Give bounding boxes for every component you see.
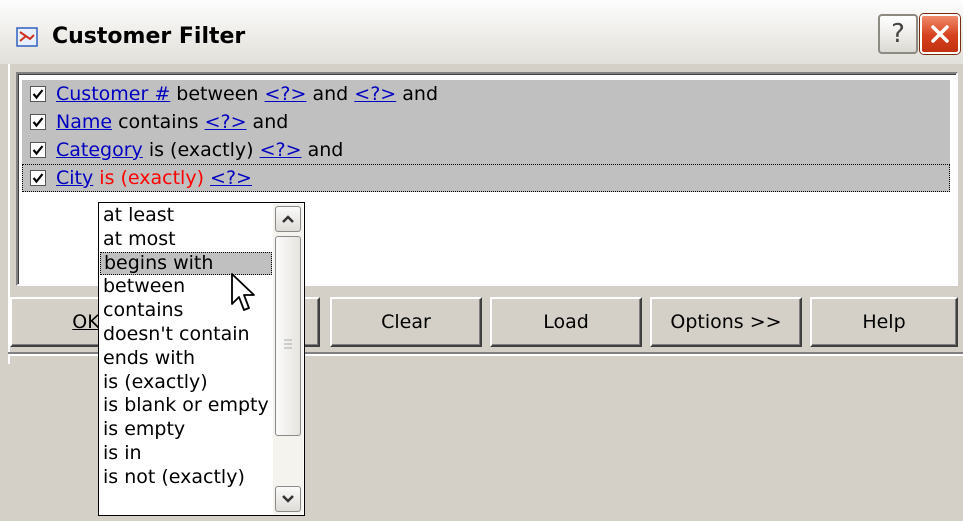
help-button-label: Help (862, 311, 906, 333)
value-placeholder-link[interactable]: <?> (354, 83, 396, 105)
filter-app-icon (16, 27, 38, 47)
title-bar[interactable]: Customer Filter ? (0, 0, 963, 64)
connector-text: and (306, 83, 355, 105)
options-button[interactable]: Options >> (650, 297, 802, 347)
field-link[interactable]: City (56, 167, 93, 189)
operator-option[interactable]: ends with (100, 347, 272, 371)
chevron-up-icon (282, 215, 294, 223)
close-button[interactable] (920, 14, 960, 54)
scroll-up-button[interactable] (275, 206, 301, 232)
field-link[interactable]: Customer # (56, 83, 170, 105)
operator-text[interactable]: is (exactly) (143, 139, 260, 161)
value-placeholder-link[interactable]: <?> (260, 139, 302, 161)
condition-row[interactable]: Category is (exactly) <?> and (22, 136, 950, 164)
clear-button[interactable]: Clear (330, 297, 482, 347)
checkbox-checked-icon[interactable] (30, 142, 46, 158)
operator-dropdown-list[interactable]: at least at most begins with between con… (98, 202, 305, 516)
clear-button-label: Clear (381, 311, 431, 333)
connector-text[interactable]: and (396, 83, 438, 105)
operator-option[interactable]: is (exactly) (100, 371, 272, 395)
chevron-down-icon (282, 495, 294, 503)
checkbox-checked-icon[interactable] (30, 86, 46, 102)
scroll-thumb[interactable] (275, 236, 301, 436)
mouse-pointer-icon (231, 273, 255, 311)
question-icon: ? (891, 19, 905, 49)
condition-row-active[interactable]: City is (exactly) <?> (22, 164, 950, 192)
close-icon (931, 25, 949, 43)
options-button-label: Options >> (670, 311, 782, 333)
field-link[interactable]: Category (56, 139, 143, 161)
operator-option[interactable]: is empty (100, 418, 272, 442)
operator-option[interactable]: at least (100, 204, 272, 228)
help-title-button[interactable]: ? (878, 14, 918, 54)
value-placeholder-link[interactable]: <?> (265, 83, 307, 105)
ok-button-label: OK (72, 311, 100, 333)
value-placeholder-link[interactable]: <?> (205, 111, 247, 133)
operator-option[interactable]: doesn't contain (100, 323, 272, 347)
operator-option[interactable]: is in (100, 442, 272, 466)
operator-text-active[interactable]: is (exactly) (93, 167, 210, 189)
load-button-label: Load (543, 311, 589, 333)
load-button[interactable]: Load (490, 297, 642, 347)
scroll-down-button[interactable] (275, 486, 301, 512)
dropdown-scrollbar[interactable] (273, 204, 303, 514)
condition-row[interactable]: Name contains <?> and (22, 108, 950, 136)
window-title: Customer Filter (52, 24, 246, 49)
grip-icon (284, 339, 292, 349)
checkbox-checked-icon[interactable] (30, 170, 46, 186)
operator-options: at least at most begins with between con… (100, 204, 272, 490)
value-placeholder-link[interactable]: <?> (210, 167, 252, 189)
condition-row[interactable]: Customer # between <?> and <?> and (22, 80, 950, 108)
help-button[interactable]: Help (810, 297, 958, 347)
connector-text[interactable]: and (247, 111, 289, 133)
operator-option[interactable]: is not (exactly) (100, 466, 272, 490)
connector-text[interactable]: and (302, 139, 344, 161)
checkbox-checked-icon[interactable] (30, 114, 46, 130)
operator-option[interactable]: at most (100, 228, 272, 252)
field-link[interactable]: Name (56, 111, 112, 133)
operator-option[interactable]: is blank or empty (100, 394, 272, 418)
operator-text[interactable]: contains (112, 111, 205, 133)
operator-text[interactable]: between (170, 83, 264, 105)
